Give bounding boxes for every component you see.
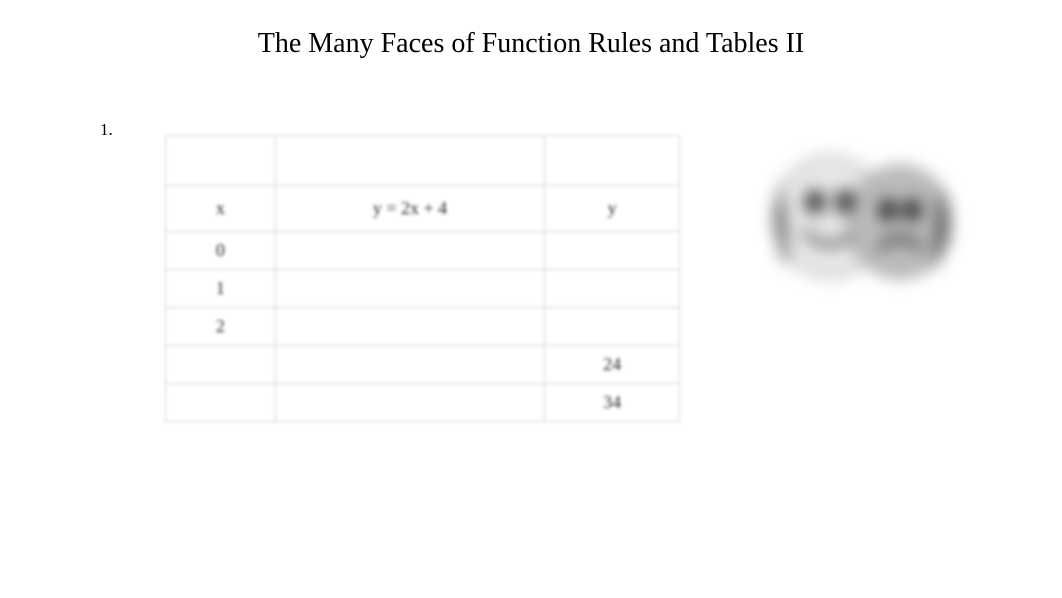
comedy-tragedy-masks-icon [750, 142, 970, 292]
table-header-row: x y = 2x + 4 y [166, 186, 680, 232]
table-cell-x: 1 [166, 270, 276, 308]
table-header-x: x [166, 186, 276, 232]
table-row: 24 [166, 346, 680, 384]
table-cell-rule [275, 308, 544, 346]
table-cell-x [166, 384, 276, 422]
table-cell-x: 0 [166, 232, 276, 270]
table-spacer-row [166, 136, 680, 186]
table-cell-y: 34 [545, 384, 680, 422]
table-cell-rule [275, 270, 544, 308]
table-cell-empty [275, 136, 544, 186]
table-cell-y: 24 [545, 346, 680, 384]
table-cell-y [545, 270, 680, 308]
table-cell-empty [545, 136, 680, 186]
table-header-rule: y = 2x + 4 [275, 186, 544, 232]
table-cell-x: 2 [166, 308, 276, 346]
table-cell-x [166, 346, 276, 384]
page-title: The Many Faces of Function Rules and Tab… [0, 0, 1062, 60]
table-row: 0 [166, 232, 680, 270]
function-table-wrapper: x y = 2x + 4 y 0 1 2 24 [165, 135, 680, 422]
table-cell-rule [275, 346, 544, 384]
table-row: 2 [166, 308, 680, 346]
table-row: 1 [166, 270, 680, 308]
table-row: 34 [166, 384, 680, 422]
table-cell-y [545, 232, 680, 270]
problem-number: 1. [100, 120, 113, 140]
function-table: x y = 2x + 4 y 0 1 2 24 [165, 135, 680, 422]
table-header-y: y [545, 186, 680, 232]
table-cell-y [545, 308, 680, 346]
table-cell-empty [166, 136, 276, 186]
table-cell-rule [275, 232, 544, 270]
table-cell-rule [275, 384, 544, 422]
